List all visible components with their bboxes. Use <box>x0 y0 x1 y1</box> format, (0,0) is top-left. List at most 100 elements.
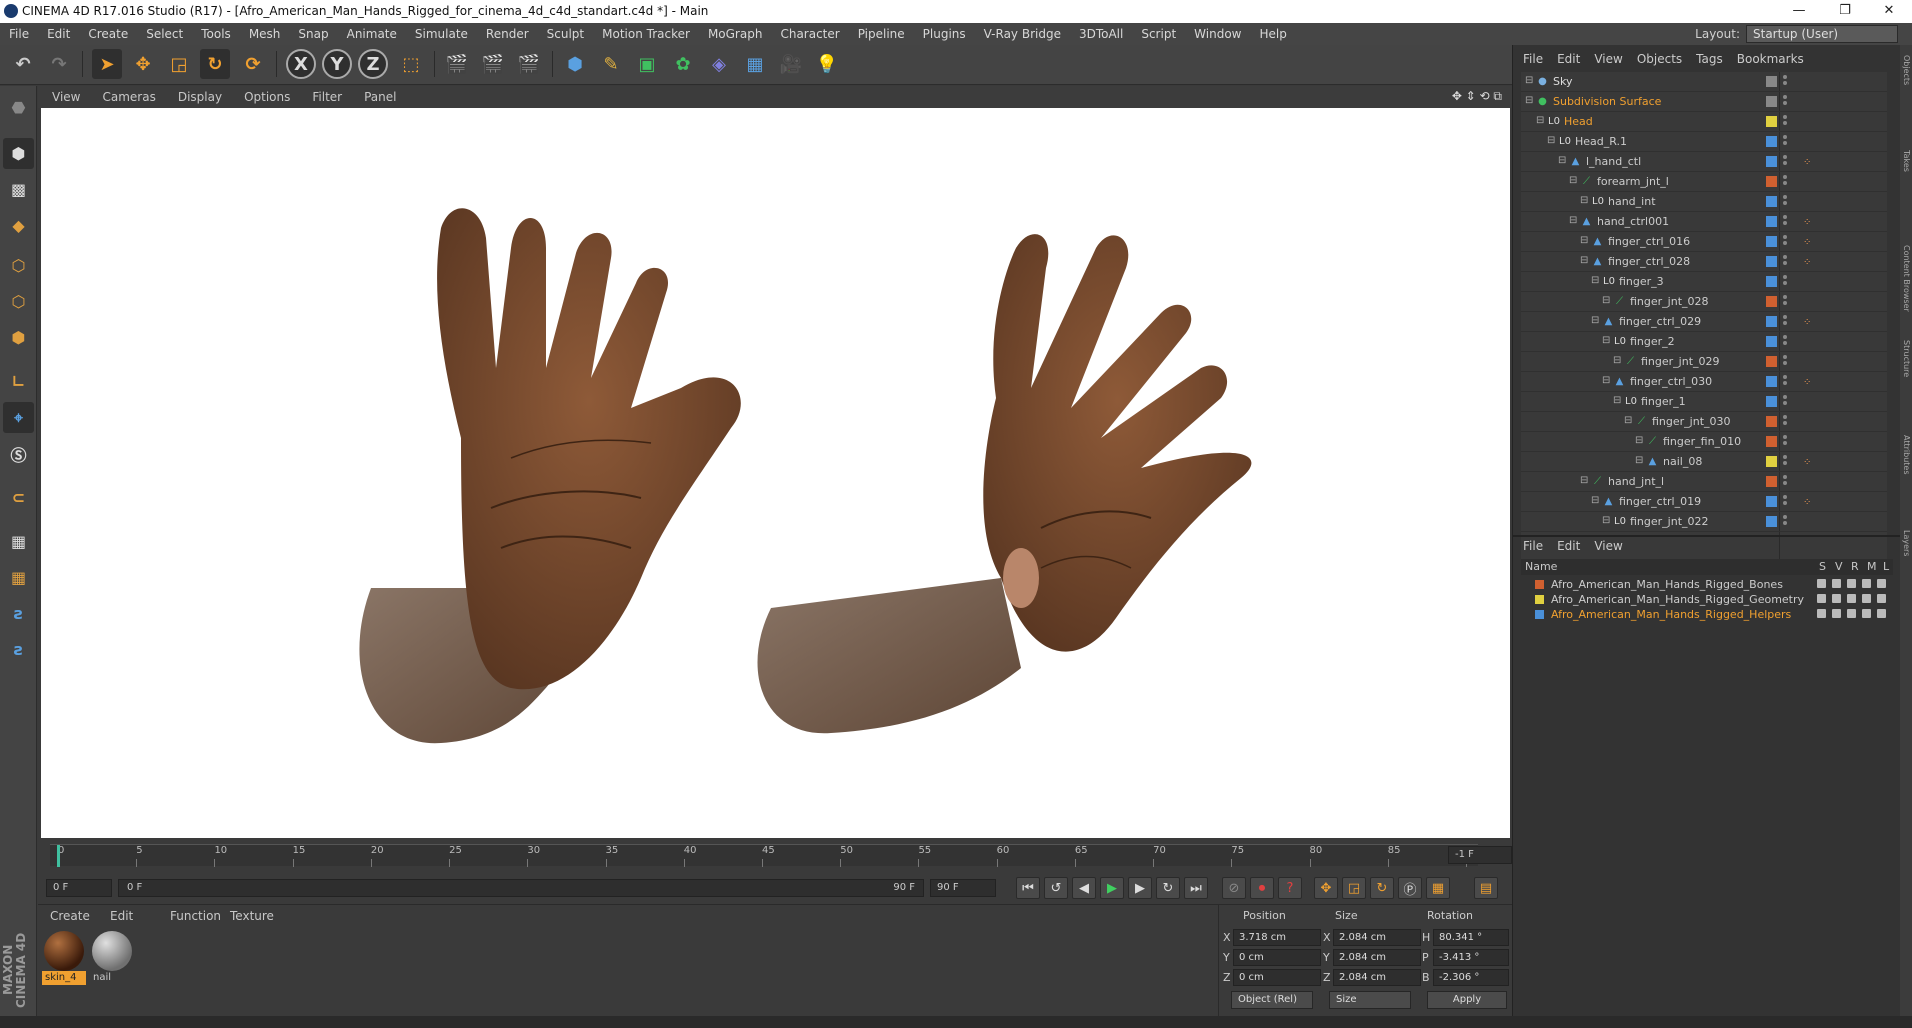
light-icon[interactable]: 💡 <box>812 49 842 79</box>
rot-p-field[interactable]: -3.413 ° <box>1433 949 1509 966</box>
expand-toggle[interactable]: ⊟ <box>1536 115 1544 126</box>
undo-icon[interactable]: ↶ <box>8 49 38 79</box>
layer-color-tag[interactable] <box>1766 136 1777 147</box>
go-to-end-icon[interactable]: ⏭ <box>1184 877 1208 899</box>
restore-button[interactable]: ❐ <box>1822 0 1868 23</box>
layer-color-tag[interactable] <box>1766 176 1777 187</box>
side-tab-structure[interactable]: Structure <box>1901 340 1911 377</box>
workplane-icon[interactable]: ◆ <box>3 210 34 241</box>
redo-icon[interactable]: ↷ <box>44 49 74 79</box>
menu-item-animate[interactable]: Animate <box>347 27 397 41</box>
coordinate-mode-dropdown[interactable]: Object (Rel) <box>1231 991 1313 1009</box>
expand-toggle[interactable]: ⊟ <box>1558 155 1566 166</box>
object-row[interactable]: ⊟ ● Sky <box>1521 72 1887 92</box>
layer-color-tag[interactable] <box>1766 396 1777 407</box>
constraint-tag-icon[interactable]: ⁘ <box>1803 217 1817 228</box>
object-row[interactable]: ⊟ L0 Head_R.1 <box>1521 132 1887 152</box>
viewport-menu-display[interactable]: Display <box>178 90 222 104</box>
layer-color-tag[interactable] <box>1766 336 1777 347</box>
side-tab-objects[interactable]: Objects <box>1901 55 1911 85</box>
layer-color-tag[interactable] <box>1766 416 1777 427</box>
menu-item-render[interactable]: Render <box>486 27 529 41</box>
expand-toggle[interactable]: ⊟ <box>1635 435 1643 446</box>
visibility-dots[interactable] <box>1783 295 1787 307</box>
object-row[interactable]: ⊟ L0 finger_1 <box>1521 392 1887 412</box>
expand-toggle[interactable]: ⊟ <box>1580 195 1588 206</box>
constraint-tag-icon[interactable]: ⁘ <box>1803 317 1817 328</box>
y-axis-lock-icon[interactable]: Y <box>322 49 352 79</box>
size-x-field[interactable]: 2.084 cm <box>1333 929 1421 946</box>
viewport-menu-filter[interactable]: Filter <box>312 90 342 104</box>
constraint-tag-icon[interactable]: ⁘ <box>1803 237 1817 248</box>
visibility-dots[interactable] <box>1783 195 1787 207</box>
object-row[interactable]: ⊟ L0 finger_jnt_022 <box>1521 512 1887 532</box>
menu-item-v-ray-bridge[interactable]: V-Ray Bridge <box>984 27 1061 41</box>
scale-icon[interactable]: ◲ <box>164 49 194 79</box>
menu-item-3dtoall[interactable]: 3DToAll <box>1079 27 1123 41</box>
material-menu-edit[interactable]: Edit <box>110 909 133 923</box>
menu-item-create[interactable]: Create <box>88 27 128 41</box>
layer-color-tag[interactable] <box>1766 116 1777 127</box>
layer-color-tag[interactable] <box>1766 276 1777 287</box>
menu-item-sculpt[interactable]: Sculpt <box>547 27 584 41</box>
constraint-tag-icon[interactable]: ⁘ <box>1803 457 1817 468</box>
size-mode-dropdown[interactable]: Size <box>1329 991 1411 1009</box>
layer-color-swatch[interactable] <box>1535 580 1544 589</box>
move-icon[interactable]: ✥ <box>128 49 158 79</box>
record-keys-icon[interactable]: ⊘ <box>1222 877 1246 899</box>
material-nail[interactable]: nail <box>90 929 134 985</box>
layer-toggle-icons[interactable] <box>1817 579 1887 590</box>
object-row[interactable]: ⊟ ▲ finger_ctrl_019 ⁘ <box>1521 492 1887 512</box>
object-row[interactable]: ⊟ ▲ finger_ctrl_016 ⁘ <box>1521 232 1887 252</box>
go-to-start-icon[interactable]: ⏮ <box>1016 877 1040 899</box>
layer-menu-view[interactable]: View <box>1594 539 1622 553</box>
expand-toggle[interactable]: ⊟ <box>1547 135 1555 146</box>
parameter-key-icon[interactable]: Ⓟ <box>1398 877 1422 899</box>
python-script-icon[interactable]: ƨ <box>3 598 34 629</box>
constraint-tag-icon[interactable]: ⁘ <box>1803 157 1817 168</box>
expand-toggle[interactable]: ⊟ <box>1525 95 1533 106</box>
menu-item-help[interactable]: Help <box>1259 27 1286 41</box>
menu-item-mesh[interactable]: Mesh <box>249 27 281 41</box>
constraint-tag-icon[interactable]: ⁘ <box>1803 497 1817 508</box>
size-z-field[interactable]: 2.084 cm <box>1333 969 1421 986</box>
layer-color-swatch[interactable] <box>1535 610 1544 619</box>
axis-mode-icon[interactable]: ∟ <box>3 366 34 397</box>
expand-toggle[interactable]: ⊟ <box>1569 175 1577 186</box>
layer-color-tag[interactable] <box>1766 496 1777 507</box>
pen-spline-icon[interactable]: ✎ <box>596 49 626 79</box>
visibility-dots[interactable] <box>1783 255 1787 267</box>
side-tab-takes[interactable]: Takes <box>1901 150 1911 172</box>
layer-row[interactable]: Afro_American_Man_Hands_Rigged_Bones <box>1521 577 1893 592</box>
edges-mode-icon[interactable]: ⬡ <box>3 286 34 317</box>
layer-color-tag[interactable] <box>1766 216 1777 227</box>
object-row[interactable]: ⊟ L0 finger_3 <box>1521 272 1887 292</box>
play-icon[interactable]: ▶ <box>1100 877 1124 899</box>
viewport-menu-view[interactable]: View <box>52 90 80 104</box>
visibility-dots[interactable] <box>1783 515 1787 527</box>
next-key-icon[interactable]: ↻ <box>1156 877 1180 899</box>
close-button[interactable]: ✕ <box>1866 0 1912 23</box>
object-menu-bookmarks[interactable]: Bookmarks <box>1737 52 1804 66</box>
tweak-mode-icon[interactable]: ⌖ <box>3 402 34 433</box>
x-axis-lock-icon[interactable]: X <box>286 49 316 79</box>
layer-menu-edit[interactable]: Edit <box>1557 539 1580 553</box>
timeline[interactable]: 051015202530354045505560657075808590 -1 … <box>38 840 1512 874</box>
expand-toggle[interactable]: ⊟ <box>1613 395 1621 406</box>
keyframe-selection-icon[interactable]: ? <box>1278 877 1302 899</box>
cube-icon[interactable]: ⬢ <box>560 49 590 79</box>
visibility-dots[interactable] <box>1783 235 1787 247</box>
expand-toggle[interactable]: ⊟ <box>1602 335 1610 346</box>
model-mode-icon[interactable]: ⬢ <box>3 138 34 169</box>
render-settings-icon[interactable]: 🎬 <box>514 49 544 79</box>
visibility-dots[interactable] <box>1783 375 1787 387</box>
menu-item-simulate[interactable]: Simulate <box>415 27 468 41</box>
layer-color-tag[interactable] <box>1766 516 1777 527</box>
render-picture-viewer-icon[interactable]: 🎬 <box>478 49 508 79</box>
visibility-dots[interactable] <box>1783 335 1787 347</box>
visibility-dots[interactable] <box>1783 395 1787 407</box>
viewport-navigation-icons[interactable]: ✥ ⇕ ⟲ ⧉ <box>1452 89 1502 104</box>
menu-item-select[interactable]: Select <box>146 27 183 41</box>
rot-b-field[interactable]: -2.306 ° <box>1433 969 1509 986</box>
menu-item-plugins[interactable]: Plugins <box>923 27 966 41</box>
